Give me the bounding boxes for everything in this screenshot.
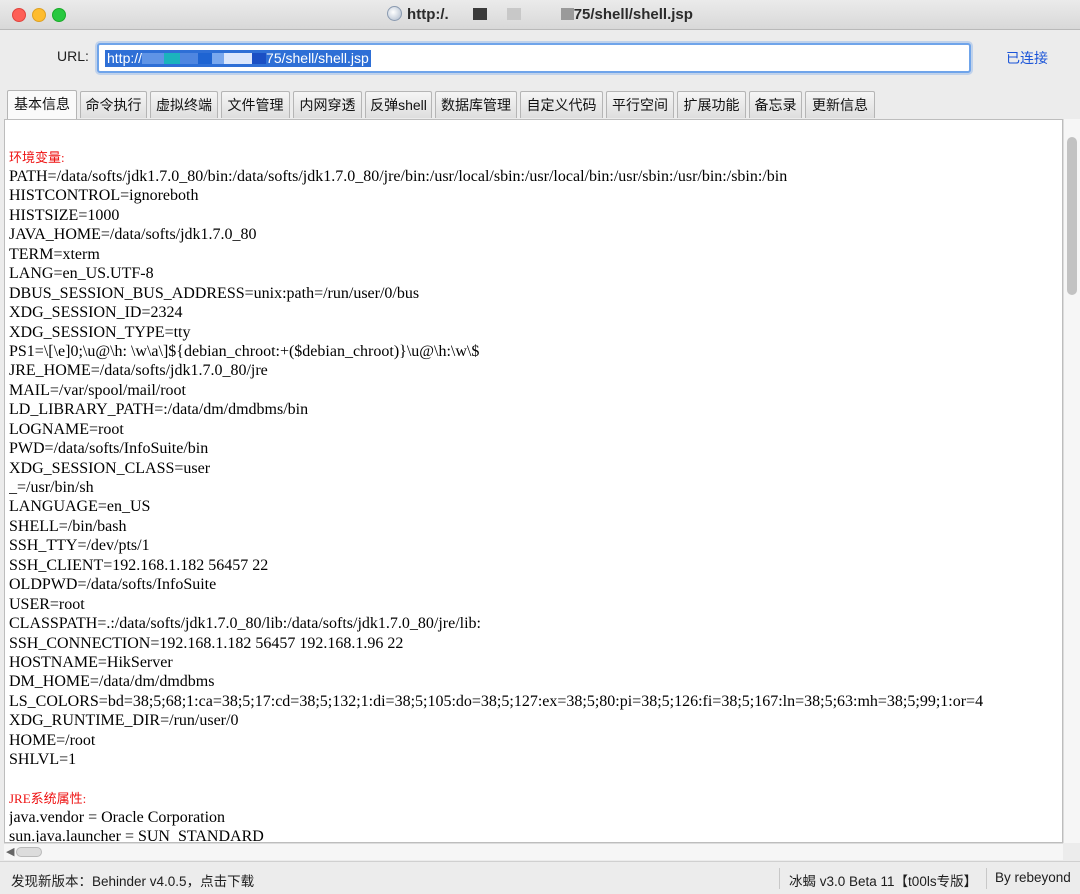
new-version-notice[interactable]: 发现新版本：Behinder v4.0.5，点击下载 [11, 870, 254, 890]
window-title-suffix: 75/shell/shell.jsp [573, 6, 693, 23]
jre-prop-line: sun.java.launcher = SUN_STANDARD [9, 828, 264, 843]
env-var-line: LS_COLORS=bd=38;5;68;1:ca=38;5;17:cd=38;… [9, 692, 984, 710]
redacted-block [521, 8, 561, 20]
tab-file-manager[interactable]: 文件管理 [221, 91, 290, 118]
tab-update-info[interactable]: 更新信息 [805, 91, 875, 118]
vertical-scrollbar[interactable] [1063, 119, 1080, 843]
tab-virtual-terminal[interactable]: 虚拟终端 [150, 91, 218, 118]
status-divider [779, 868, 780, 889]
env-var-line: TERM=xterm [9, 245, 100, 263]
window-titlebar: http:/. 75/shell/shell.jsp [0, 0, 1080, 30]
author-label: By rebeyond [995, 870, 1071, 885]
jre-props-list: java.vendor = Oracle Corporation sun.java… [9, 808, 1062, 843]
tab-parallel-space[interactable]: 平行空间 [606, 91, 674, 118]
scroll-left-arrow-icon[interactable]: ◀ [6, 845, 14, 858]
env-var-line: HISTCONTROL=ignoreboth [9, 187, 199, 205]
env-var-line: XDG_SESSION_ID=2324 [9, 304, 183, 322]
env-var-line: OLDPWD=/data/softs/InfoSuite [9, 576, 217, 594]
env-var-line: SHELL=/bin/bash [9, 517, 127, 535]
env-var-line: PATH=/data/softs/jdk1.7.0_80/bin:/data/s… [9, 168, 788, 185]
basic-info-panel[interactable]: 环境变量: PATH=/data/softs/jdk1.7.0_80/bin:/… [4, 119, 1063, 843]
env-var-line: XDG_SESSION_CLASS=user [9, 459, 211, 477]
env-var-line: LANG=en_US.UTF-8 [9, 265, 154, 283]
status-bar: 发现新版本：Behinder v4.0.5，点击下载 冰蝎 v3.0 Beta … [0, 861, 1080, 894]
env-var-line: CLASSPATH=.:/data/softs/jdk1.7.0_80/lib:… [9, 615, 481, 633]
window-title: http:/. 75/shell/shell.jsp [0, 0, 1080, 30]
url-selected-text: http:// 75/shell/shell.jsp [105, 50, 371, 67]
redacted-block [224, 53, 253, 64]
tab-custom-code[interactable]: 自定义代码 [520, 91, 603, 118]
window-title-prefix: http:/. [407, 6, 449, 23]
env-var-line: DM_HOME=/data/dm/dmdbms [9, 673, 215, 691]
app-globe-icon [387, 6, 403, 21]
env-var-line: SSH_CONNECTION=192.168.1.182 56457 192.1… [9, 634, 404, 652]
tab-bar: 基本信息 命令执行 虚拟终端 文件管理 内网穿透 反弹shell 数据库管理 自… [0, 89, 1080, 120]
redacted-block [180, 53, 199, 64]
env-var-line: MAIL=/var/spool/mail/root [9, 381, 186, 399]
tab-reverse-shell[interactable]: 反弹shell [365, 91, 432, 118]
redacted-block [506, 8, 521, 20]
env-var-line: SSH_CLIENT=192.168.1.182 56457 22 [9, 556, 269, 574]
vertical-scrollbar-thumb[interactable] [1067, 137, 1077, 295]
env-vars-list: PATH=/data/softs/jdk1.7.0_80/bin:/data/s… [9, 167, 1062, 770]
env-var-line: XDG_RUNTIME_DIR=/run/user/0 [9, 712, 239, 730]
env-var-line: PS1=\[\e]0;\u@\h: \w\a\]${debian_chroot:… [9, 342, 480, 360]
jre-props-heading: JRE系统属性: [9, 790, 87, 806]
horizontal-scrollbar-thumb[interactable] [16, 847, 42, 857]
env-var-line: JAVA_HOME=/data/softs/jdk1.7.0_80 [9, 226, 257, 244]
env-var-line: SHLVL=1 [9, 751, 77, 769]
tab-extensions[interactable]: 扩展功能 [677, 91, 746, 118]
redacted-block [198, 53, 213, 64]
env-var-line: LOGNAME=root [9, 420, 124, 438]
url-suffix: 75/shell/shell.jsp [266, 50, 369, 66]
env-var-line: LD_LIBRARY_PATH=:/data/dm/dmdbms/bin [9, 401, 309, 419]
redacted-block [212, 53, 225, 64]
redacted-block [487, 8, 507, 20]
url-prefix: http:// [107, 50, 143, 66]
url-bar: URL: http:// 75/shell/shell.jsp 已连接 [0, 31, 1080, 87]
redacted-block [472, 8, 487, 20]
tab-intranet-tunnel[interactable]: 内网穿透 [293, 91, 362, 118]
horizontal-scrollbar[interactable]: ◀ [4, 843, 1063, 860]
basic-info-text: 环境变量: PATH=/data/softs/jdk1.7.0_80/bin:/… [9, 148, 1062, 843]
status-divider [986, 868, 987, 889]
tab-memo[interactable]: 备忘录 [749, 91, 802, 118]
redacted-block [560, 8, 574, 20]
env-var-line: _=/usr/bin/sh [9, 479, 94, 496]
env-var-line: XDG_SESSION_TYPE=tty [9, 323, 191, 341]
env-var-line: HOSTNAME=HikServer [9, 653, 173, 671]
redacted-block [164, 53, 181, 64]
env-var-line: SSH_TTY=/dev/pts/1 [9, 537, 150, 555]
redacted-block [449, 8, 467, 20]
tab-database-manager[interactable]: 数据库管理 [435, 91, 517, 118]
env-var-line: HISTSIZE=1000 [9, 206, 120, 224]
app-version-label: 冰蝎 v3.0 Beta 11【t00ls专版】 [789, 874, 978, 889]
env-var-line: PWD=/data/softs/InfoSuite/bin [9, 440, 209, 458]
tab-basic-info[interactable]: 基本信息 [7, 90, 77, 119]
redacted-block [142, 53, 165, 64]
env-vars-heading: 环境变量: [9, 150, 65, 165]
env-var-line: JRE_HOME=/data/softs/jdk1.7.0_80/jre [9, 362, 268, 380]
env-var-line: LANGUAGE=en_US [9, 498, 151, 516]
url-input[interactable]: http:// 75/shell/shell.jsp [97, 43, 971, 73]
env-var-line: DBUS_SESSION_BUS_ADDRESS=unix:path=/run/… [9, 284, 420, 302]
env-var-line: HOME=/root [9, 731, 96, 749]
connection-status-link[interactable]: 已连接 [1006, 48, 1048, 68]
redacted-block [252, 53, 267, 64]
jre-prop-line: java.vendor = Oracle Corporation [9, 808, 226, 826]
tab-command-exec[interactable]: 命令执行 [80, 91, 147, 118]
url-label: URL: [57, 48, 89, 64]
env-var-line: USER=root [9, 595, 85, 613]
